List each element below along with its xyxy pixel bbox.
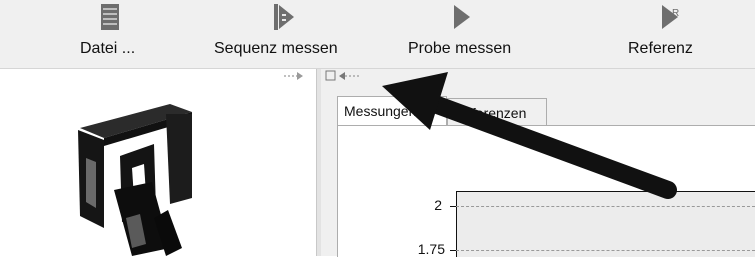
annotation-arrow — [382, 72, 677, 199]
